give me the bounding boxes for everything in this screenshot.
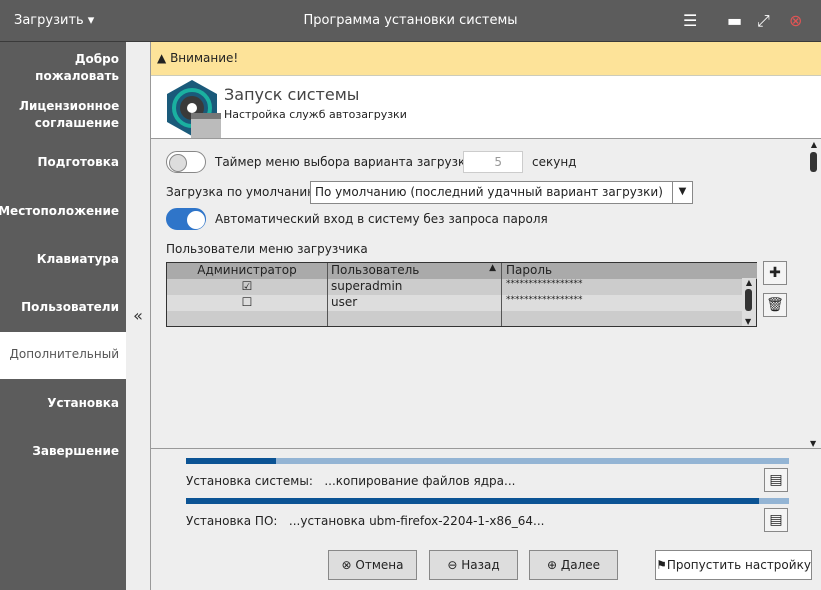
software-progress-label: Установка ПО: ...установка ubm-firefox-2… [186,514,545,528]
flag-icon: ⚑ [656,558,667,572]
log-icon: ▤ [769,512,783,528]
default-boot-select[interactable]: По умолчанию (последний удачный вариант … [310,181,693,204]
log-icon: ▤ [769,472,783,488]
warning-banner: ▲ Внимание! [151,42,821,76]
plus-icon: ✚ [769,265,781,281]
arrow-right-icon: ⊕ [546,558,558,572]
timer-label: Таймер меню выбора варианта загрузки: [215,155,478,169]
admin-checkbox[interactable]: ☑ [167,279,327,293]
column-user[interactable]: Пользователь ▲ [327,263,502,279]
page-subtitle: Настройка служб автозагрузки [224,108,407,121]
arrow-left-icon: ⊖ [447,558,458,572]
software-progress-bar [186,498,789,504]
settings-area: Таймер меню выбора варианта загрузки: 5 … [151,140,821,448]
page-title: Запуск системы [224,85,360,104]
sidebar-item-users[interactable]: Пользователи [21,299,119,316]
next-button[interactable]: ⊕ Далее [529,550,618,580]
page-header: Запуск системы Настройка служб автозагру… [151,76,821,139]
collapse-sidebar-button[interactable]: « [126,42,150,590]
warning-text: Внимание! [170,51,239,65]
password-cell: ***************** [506,279,583,289]
add-user-button[interactable]: ✚ [763,261,787,285]
system-progress-bar [186,458,789,464]
cancel-icon: ⊗ [341,558,352,572]
content-scrollbar[interactable]: ▲ ▼ [807,140,821,448]
timer-toggle[interactable] [166,151,206,173]
sidebar-item-location[interactable]: Местоположение [0,203,119,220]
sort-asc-icon: ▲ [489,263,496,273]
sidebar-item-keyboard[interactable]: Клавиатура [37,251,119,268]
sidebar: Добро пожаловать Лицензионное соглашение… [0,42,126,590]
divider [151,448,821,449]
cancel-button[interactable]: ⊗ Отмена [328,550,417,580]
trash-icon: 🗑 [766,297,784,313]
password-cell: ***************** [506,295,583,305]
column-password[interactable]: Пароль [502,263,757,279]
table-row[interactable]: ☑ superadmin ***************** [167,279,742,295]
sidebar-item-license[interactable]: Лицензионное соглашение [19,98,119,132]
admin-checkbox[interactable]: ☐ [167,295,327,309]
divider [327,263,328,326]
boot-logo-icon [167,80,221,138]
column-admin[interactable]: Администратор [167,263,327,279]
system-log-button[interactable]: ▤ [764,468,788,492]
title-bar: Загрузить ▾ Программа установки системы … [0,0,821,42]
divider [501,263,502,326]
users-label: Пользователи меню загрузчика [166,242,368,256]
default-boot-label: Загрузка по умолчанию: [166,185,322,199]
table-row[interactable]: ☐ user ***************** [167,295,742,311]
main-panel: ▲ Внимание! Запуск системы Настройка слу… [150,42,821,590]
timer-spinbox[interactable]: 5 [463,151,523,173]
sidebar-item-welcome[interactable]: Добро пожаловать [19,51,119,85]
user-cell: superadmin [331,279,403,293]
sidebar-item-install[interactable]: Установка [47,395,119,412]
maximize-icon[interactable]: ⤢ [757,11,770,31]
table-scrollbar[interactable]: ▲ ▼ [742,278,756,326]
minimize-icon[interactable]: ▬ [727,11,742,30]
hamburger-icon[interactable]: ☰ [683,11,697,30]
delete-user-button[interactable]: 🗑 [763,293,787,317]
sidebar-item-preparation[interactable]: Подготовка [37,154,119,171]
system-progress-label: Установка системы: ...копирование файлов… [186,474,516,488]
autologin-toggle[interactable] [166,208,206,230]
window-title: Программа установки системы [303,13,518,28]
software-log-button[interactable]: ▤ [764,508,788,532]
timer-unit: секунд [532,155,577,169]
back-button[interactable]: ⊖ Назад [429,550,518,580]
skip-setup-button[interactable]: ⚑Пропустить настройку [655,550,812,580]
sidebar-item-additional[interactable]: Дополнительный [0,332,126,379]
sidebar-item-finish[interactable]: Завершение [32,443,119,460]
autologin-label: Автоматический вход в систему без запрос… [215,212,548,226]
close-icon[interactable]: ⊗ [789,11,802,30]
user-cell: user [331,295,358,309]
users-table: Администратор Пользователь ▲ Пароль ☑ sup… [166,262,757,327]
warning-icon: ▲ [157,51,167,65]
chevron-down-icon: ▼ [672,182,692,203]
